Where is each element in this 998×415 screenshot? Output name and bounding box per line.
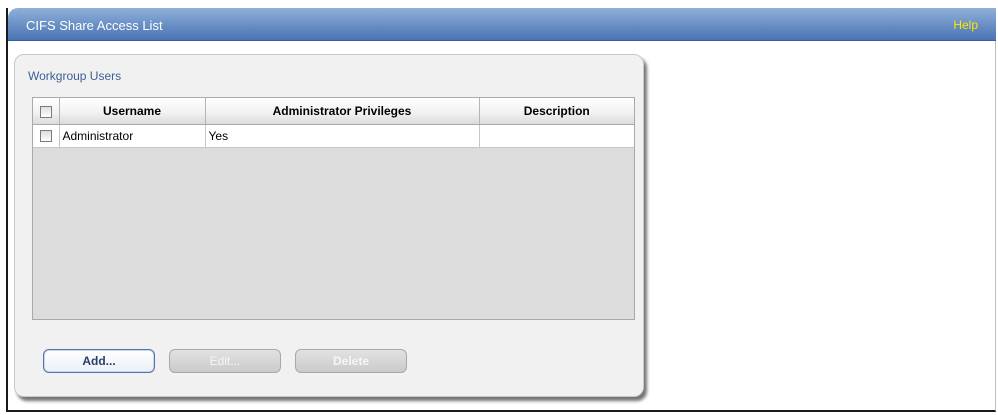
row-select-cell	[33, 124, 60, 148]
select-all-cell	[33, 98, 60, 125]
column-header-admin-privileges[interactable]: Administrator Privileges	[205, 98, 480, 125]
column-header-description[interactable]: Description	[479, 98, 634, 125]
window-title: CIFS Share Access List	[26, 18, 163, 33]
table-row[interactable]: Administrator Yes	[33, 124, 634, 148]
edit-button[interactable]: Edit...	[169, 349, 281, 373]
panel-heading: Workgroup Users	[28, 69, 122, 83]
cell-username: Administrator	[59, 124, 206, 148]
help-link[interactable]: Help	[953, 18, 978, 32]
workgroup-users-panel: Workgroup Users Username Administrator P	[14, 54, 644, 397]
title-bar: CIFS Share Access List Help	[8, 8, 996, 41]
add-button[interactable]: Add...	[43, 349, 155, 373]
window-frame: CIFS Share Access List Help Workgroup Us…	[6, 8, 996, 412]
cell-admin-privileges: Yes	[205, 124, 480, 148]
cell-description	[479, 124, 634, 148]
table-header-row: Username Administrator Privileges Descri…	[33, 98, 634, 125]
select-all-checkbox[interactable]	[39, 105, 52, 118]
row-checkbox[interactable]	[39, 130, 52, 143]
delete-button[interactable]: Delete	[295, 349, 407, 373]
column-header-username[interactable]: Username	[59, 98, 206, 125]
users-table: Username Administrator Privileges Descri…	[32, 97, 635, 320]
